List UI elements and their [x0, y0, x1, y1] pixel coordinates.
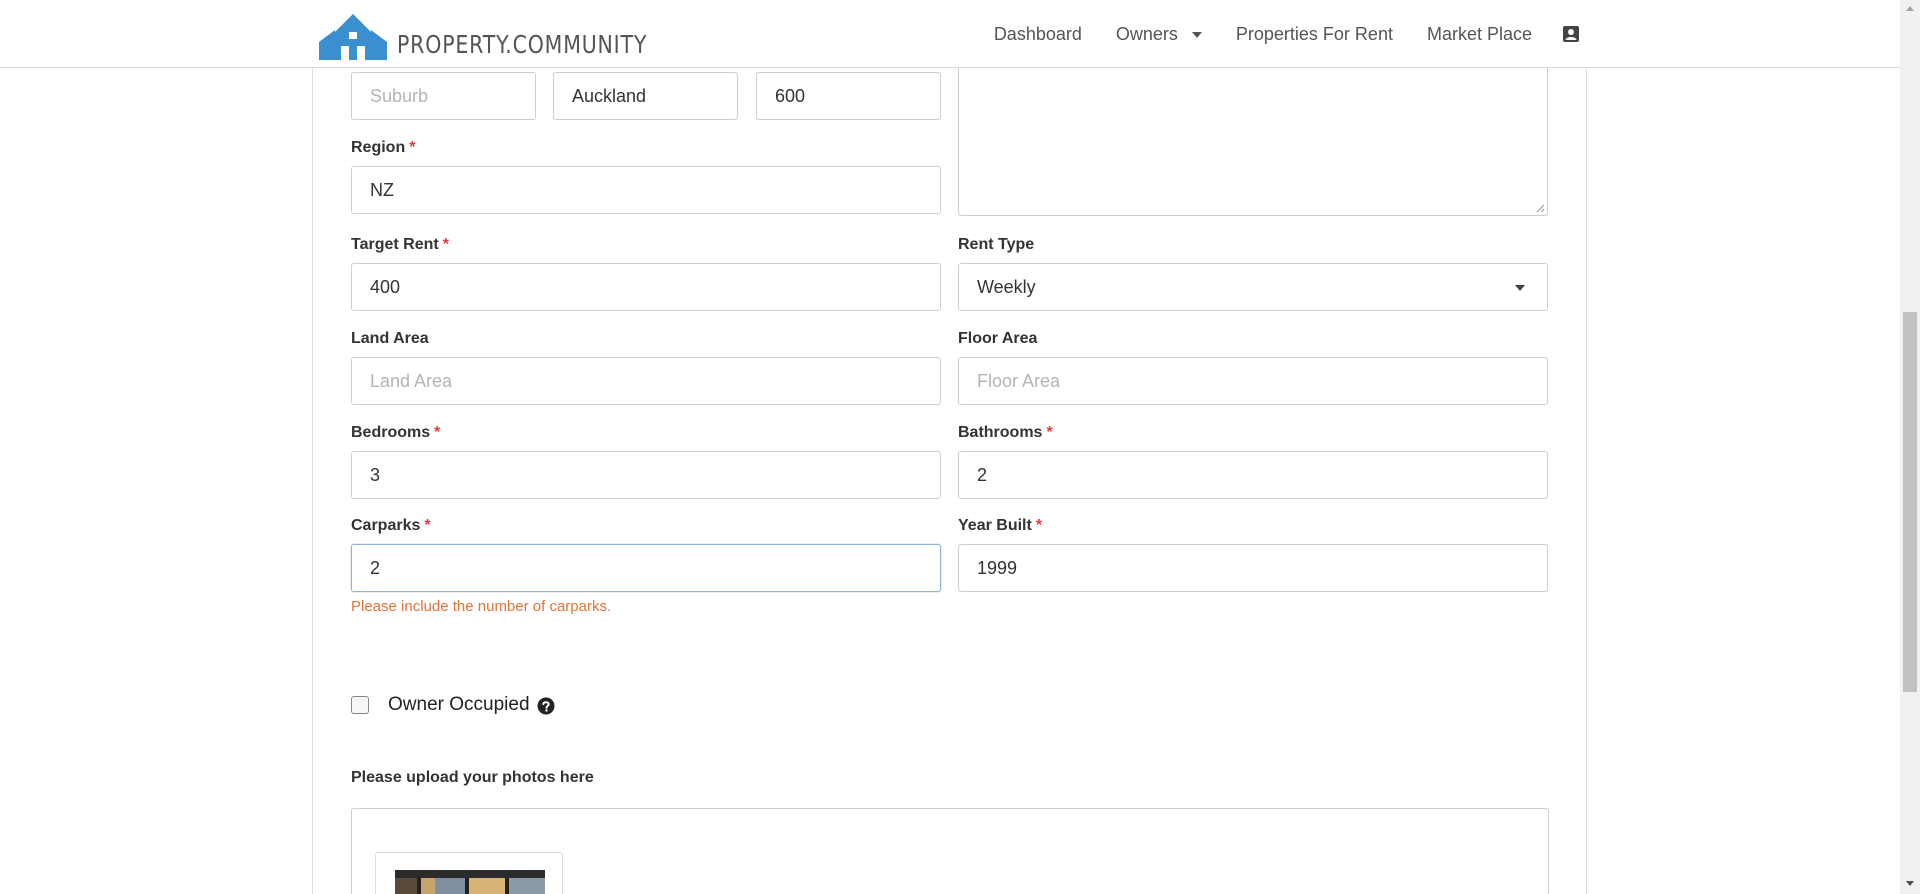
required-marker: *: [442, 236, 449, 253]
required-marker: *: [409, 139, 416, 156]
rent-type-label: Rent Type: [958, 236, 1034, 254]
bedrooms-label-text: Bedrooms: [351, 424, 431, 441]
floor-area-input[interactable]: Floor Area: [958, 357, 1548, 405]
scroll-up-icon[interactable]: [1906, 6, 1914, 11]
scroll-down-icon[interactable]: [1906, 881, 1914, 886]
carparks-input[interactable]: 2: [351, 544, 941, 592]
user-card-icon[interactable]: [1562, 25, 1580, 43]
suburb-input[interactable]: Suburb: [351, 72, 536, 120]
caret-down-icon: [1191, 32, 1202, 38]
carparks-label-text: Carparks: [351, 517, 421, 534]
land-area-placeholder: Land Area: [370, 370, 453, 391]
description-textarea[interactable]: [958, 68, 1548, 216]
page-scrollbar[interactable]: [1900, 0, 1920, 894]
required-marker: *: [1046, 424, 1053, 441]
rent-type-select[interactable]: Weekly: [958, 263, 1548, 311]
site-logo[interactable]: PROPERTY.COMMUNITY: [317, 8, 702, 60]
bathrooms-label-text: Bathrooms: [958, 424, 1043, 441]
year-built-label-text: Year Built: [958, 517, 1032, 534]
carparks-label: Carparks *: [351, 517, 431, 535]
required-marker: *: [1035, 517, 1043, 534]
caret-down-icon: [1515, 285, 1525, 291]
required-marker: *: [424, 517, 431, 534]
required-marker: *: [434, 424, 441, 441]
house-logo-icon: [319, 14, 387, 60]
top-navbar: PROPERTY.COMMUNITY Dashboard Owners Prop…: [0, 0, 1900, 68]
region-label-text: Region: [351, 139, 406, 156]
resize-grip-icon[interactable]: [1535, 203, 1545, 213]
floor-area-label-text: Floor Area: [958, 330, 1038, 347]
target-rent-label-text: Target Rent: [351, 236, 439, 253]
floor-area-placeholder: Floor Area: [977, 370, 1061, 391]
year-built-input[interactable]: 1999: [958, 544, 1548, 592]
carparks-error: Please include the number of carparks.: [351, 598, 612, 615]
main-nav: Dashboard Owners Properties For Rent Mar…: [960, 0, 1580, 68]
bedrooms-value: 3: [370, 464, 381, 485]
carparks-value: 2: [370, 557, 381, 578]
upload-photos-label: Please upload your photos here: [351, 769, 594, 786]
nav-dashboard[interactable]: Dashboard: [994, 24, 1082, 45]
bathrooms-label: Bathrooms *: [958, 424, 1053, 442]
nav-owners-dropdown[interactable]: Owners: [1116, 24, 1202, 45]
question-circle-icon[interactable]: [537, 697, 555, 715]
owner-occupied-label[interactable]: Owner Occupied: [388, 694, 530, 716]
year-built-label: Year Built *: [958, 517, 1042, 535]
suburb-placeholder: Suburb: [370, 85, 429, 106]
logo-text: PROPERTY.COMMUNITY: [397, 30, 648, 59]
nav-market-place[interactable]: Market Place: [1427, 24, 1532, 45]
photo-thumbnail-image: [395, 870, 545, 894]
photo-thumbnail-card[interactable]: [375, 852, 563, 894]
rent-type-label-text: Rent Type: [958, 236, 1035, 253]
postcode-value: 600: [775, 85, 806, 106]
bedrooms-label: Bedrooms *: [351, 424, 440, 442]
bathrooms-value: 2: [977, 464, 988, 485]
rent-type-value: Weekly: [977, 276, 1036, 297]
target-rent-value: 400: [370, 276, 401, 297]
region-input[interactable]: NZ: [351, 166, 941, 214]
region-label: Region *: [351, 139, 415, 157]
land-area-label-text: Land Area: [351, 330, 429, 347]
city-input[interactable]: Auckland: [553, 72, 738, 120]
floor-area-label: Floor Area: [958, 330, 1037, 348]
owner-occupied-checkbox[interactable]: [351, 696, 369, 714]
nav-owners-label: Owners: [1115, 23, 1178, 44]
city-value: Auckland: [572, 85, 647, 106]
postcode-input[interactable]: 600: [756, 72, 941, 120]
target-rent-label: Target Rent *: [351, 236, 449, 254]
target-rent-input[interactable]: 400: [351, 263, 941, 311]
year-built-value: 1999: [977, 557, 1018, 578]
bedrooms-input[interactable]: 3: [351, 451, 941, 499]
nav-properties-for-rent[interactable]: Properties For Rent: [1236, 24, 1393, 45]
land-area-label: Land Area: [351, 330, 429, 348]
land-area-input[interactable]: Land Area: [351, 357, 941, 405]
bathrooms-input[interactable]: 2: [958, 451, 1548, 499]
scrollbar-thumb[interactable]: [1903, 312, 1917, 692]
region-value: NZ: [370, 179, 394, 200]
